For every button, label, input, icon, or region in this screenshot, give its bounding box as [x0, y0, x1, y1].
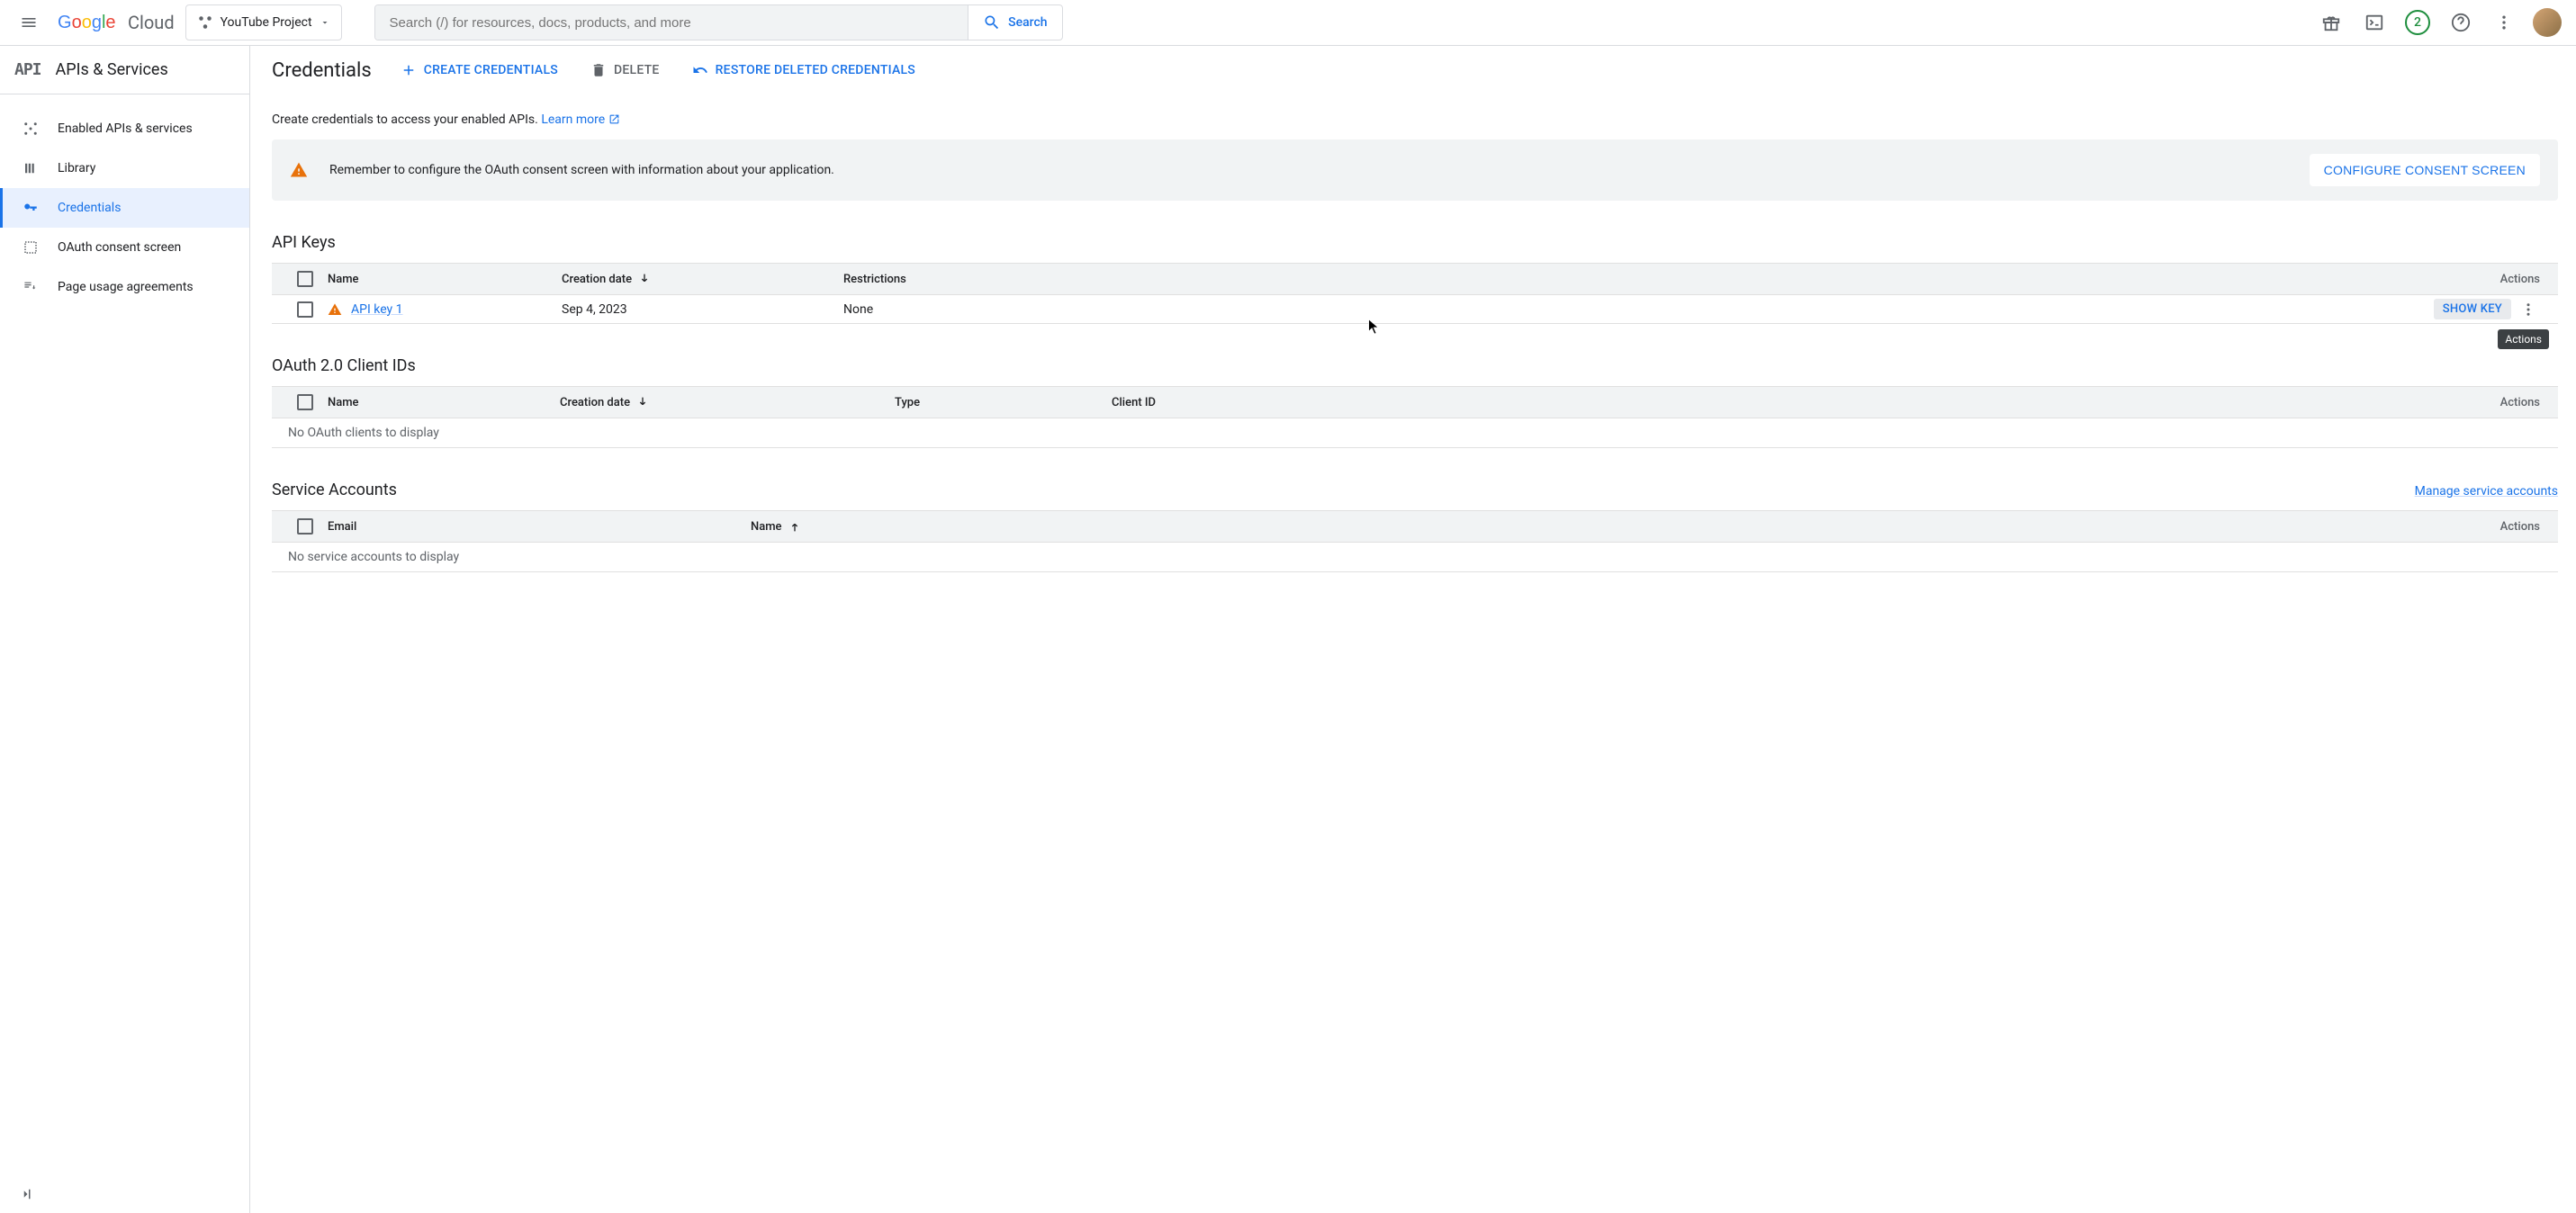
section-title-service-accounts: Service Accounts — [272, 481, 397, 499]
logo-cloud-text: Cloud — [128, 12, 175, 33]
more-vert-icon — [2520, 301, 2536, 318]
trial-count: 2 — [2405, 10, 2430, 35]
sidebar-item-page-usage[interactable]: Page usage agreements — [0, 267, 249, 307]
chevron-down-icon — [320, 17, 330, 28]
section-title-api-keys: API Keys — [272, 233, 2558, 252]
page-title: Credentials — [272, 59, 372, 82]
trash-icon — [590, 62, 607, 78]
cloud-shell-icon[interactable] — [2356, 4, 2392, 40]
column-header-type[interactable]: Type — [895, 396, 1112, 409]
key-icon — [22, 200, 40, 216]
row-checkbox[interactable] — [297, 301, 313, 318]
select-all-checkbox[interactable] — [297, 271, 313, 287]
sidebar-item-oauth-consent[interactable]: OAuth consent screen — [0, 228, 249, 267]
api-key-link[interactable]: API key 1 — [351, 302, 403, 317]
oauth-table: Name Creation date Type Client ID Action… — [272, 386, 2558, 448]
project-picker[interactable]: YouTube Project — [185, 4, 342, 40]
sidebar-item-label: Library — [58, 161, 95, 175]
restore-deleted-button[interactable]: RESTORE DELETED CREDENTIALS — [689, 55, 919, 85]
svg-text:Google: Google — [58, 13, 116, 32]
notifications-badge[interactable]: 2 — [2400, 4, 2436, 40]
intro-text: Create credentials to access your enable… — [272, 94, 2558, 139]
sidebar-item-library[interactable]: Library — [0, 148, 249, 188]
sidebar-header: API APIs & Services — [0, 46, 249, 94]
sidebar-item-credentials[interactable]: Credentials — [0, 188, 249, 228]
row-actions-menu[interactable] — [2517, 298, 2540, 321]
create-credentials-button[interactable]: CREATE CREDENTIALS — [397, 55, 562, 85]
delete-button[interactable]: DELETE — [587, 55, 663, 85]
project-icon — [197, 14, 213, 31]
more-vert-icon[interactable] — [2486, 4, 2522, 40]
column-header-actions: Actions — [2430, 520, 2547, 534]
manage-service-accounts-link[interactable]: Manage service accounts — [2415, 484, 2558, 499]
gift-icon[interactable] — [2313, 4, 2349, 40]
google-cloud-logo[interactable]: Google Cloud — [58, 12, 175, 33]
configure-consent-button[interactable]: CONFIGURE CONSENT SCREEN — [2310, 154, 2540, 186]
empty-state: No service accounts to display — [272, 542, 2558, 571]
section-title-oauth: OAuth 2.0 Client IDs — [272, 356, 2558, 375]
learn-more-link[interactable]: Learn more — [541, 112, 619, 127]
account-avatar[interactable] — [2529, 4, 2565, 40]
action-label: RESTORE DELETED CREDENTIALS — [716, 63, 915, 77]
show-key-button[interactable]: SHOW KEY — [2434, 299, 2511, 319]
search-input[interactable] — [375, 5, 968, 40]
select-all-checkbox[interactable] — [297, 394, 313, 410]
hamburger-menu[interactable] — [11, 4, 47, 40]
action-label: CREATE CREDENTIALS — [424, 63, 558, 77]
sidebar-item-label: OAuth consent screen — [58, 240, 181, 255]
sort-desc-icon — [637, 272, 652, 286]
warning-icon — [328, 302, 342, 317]
agreements-icon — [22, 279, 40, 295]
api-keys-table: Name Creation date Restrictions Actions … — [272, 263, 2558, 324]
column-header-actions: Actions — [2430, 396, 2547, 409]
collapse-sidebar-button[interactable] — [18, 1186, 34, 1202]
table-row: API key 1 Sep 4, 2023 None SHOW KEY — [272, 294, 2558, 323]
sort-asc-icon — [788, 519, 802, 534]
actions-tooltip: Actions — [2498, 329, 2549, 349]
sidebar-item-label: Page usage agreements — [58, 280, 194, 294]
search-icon — [983, 13, 1001, 31]
empty-state: No OAuth clients to display — [272, 418, 2558, 447]
column-header-actions: Actions — [2430, 273, 2547, 286]
sidebar-item-label: Enabled APIs & services — [58, 121, 193, 136]
column-header-email[interactable]: Email — [328, 520, 751, 534]
enabled-apis-icon — [22, 121, 40, 137]
help-icon[interactable] — [2443, 4, 2479, 40]
project-name: YouTube Project — [221, 15, 312, 30]
library-icon — [22, 160, 40, 176]
column-header-client-id[interactable]: Client ID — [1112, 396, 2430, 409]
warning-icon — [290, 161, 308, 179]
banner-text: Remember to configure the OAuth consent … — [329, 163, 2288, 177]
sort-desc-icon — [635, 395, 650, 409]
column-header-restrictions[interactable]: Restrictions — [843, 273, 2430, 286]
sidebar-item-enabled-apis[interactable]: Enabled APIs & services — [0, 109, 249, 148]
select-all-checkbox[interactable] — [297, 518, 313, 535]
sidebar-title: APIs & Services — [56, 60, 168, 79]
cell-created: Sep 4, 2023 — [562, 302, 843, 317]
consent-banner: Remember to configure the OAuth consent … — [272, 139, 2558, 201]
external-link-icon — [608, 113, 620, 125]
plus-icon — [401, 62, 417, 78]
column-header-created[interactable]: Creation date — [560, 395, 895, 409]
undo-icon — [692, 62, 708, 78]
search-button-label: Search — [1008, 15, 1047, 30]
column-header-name[interactable]: Name — [328, 273, 562, 286]
action-label: DELETE — [614, 63, 660, 77]
api-icon: API — [14, 60, 41, 79]
column-header-created[interactable]: Creation date — [562, 272, 843, 286]
column-header-name[interactable]: Name — [328, 396, 560, 409]
consent-screen-icon — [22, 239, 40, 256]
cell-restrictions: None — [843, 302, 2430, 317]
column-header-name[interactable]: Name — [751, 519, 2430, 534]
search-button[interactable]: Search — [968, 5, 1061, 40]
service-accounts-table: Email Name Actions No service accounts t… — [272, 510, 2558, 572]
search-bar[interactable]: Search — [374, 4, 1063, 40]
sidebar-item-label: Credentials — [58, 201, 121, 215]
